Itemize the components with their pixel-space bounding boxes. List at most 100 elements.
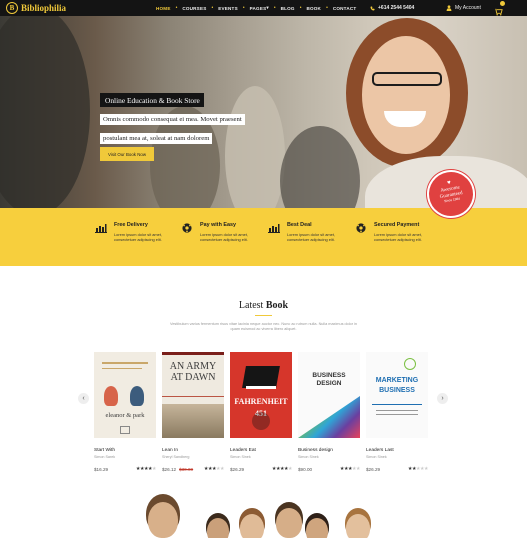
student-figure [276,508,302,538]
book-cover[interactable]: MARKETING BUSINESS [366,352,428,438]
description-line: quam euismod ac viverra libero aliquet. [230,327,297,331]
brand-name: Bibliophilia [21,3,67,13]
hero-subtitle-line: Omnis commodo consequat ei mea. Movet pr… [100,114,245,125]
hero-subtitle-line: postulant mea at, soleat at nam dolorem [100,133,213,144]
phone-number[interactable]: +614 2544 5404 [370,5,414,11]
nav-contact[interactable]: CONTACT [333,6,357,11]
rating-stars: ★★★★★ [272,467,292,472]
book-card[interactable]: AN ARMY AT DAWN Lean In Sheryl Sandberg … [162,352,224,472]
heading-bold: Book [265,300,289,311]
book-title[interactable]: Leaders Eat [230,448,292,453]
feature-title: Pay with Easy [200,222,236,228]
student-figure [240,514,264,538]
nav-separator: • [326,5,328,11]
nav-pages-label: PAGES [249,5,267,11]
book-card[interactable]: eleanor & park Start With Simon Sarek $1… [94,352,156,472]
book-price: $16.29 [94,467,109,472]
phone-text: +614 2544 5404 [378,5,415,11]
nav-separator: • [273,5,276,11]
book-meta: $26.29 ★★★★★ [366,467,428,472]
book-card[interactable]: FAHRENHEIT 451 Leaders Eat Simon Sinek $… [230,352,292,472]
book-meta: $26.12 $30.00 ★★★★★ [162,467,224,472]
book-title[interactable]: Leaders Last [366,448,428,453]
hero-woman-glasses [372,72,442,86]
feature-title: Best Deal [287,222,312,228]
hero-subtitle: Omnis commodo consequat ei mea. Movet pr… [100,114,245,146]
rating-stars: ★★★★★ [340,467,360,472]
book-cover[interactable]: FAHRENHEIT 451 [230,352,292,438]
book-title[interactable]: Start With [94,448,156,453]
nav-events[interactable]: EVENTS [218,6,238,11]
latest-book-heading: Latest Book [0,300,527,311]
my-account-link[interactable]: My Account [446,5,481,11]
book-title[interactable]: Lean In [162,448,224,453]
star-icon: ★ [219,467,224,472]
book-cover[interactable]: eleanor & park [94,352,156,438]
nav-separator: • [299,5,302,11]
rating-stars: ★★★★★ [204,467,224,472]
feature-best-deal: Best Deal Lorem ipsum dolor sit amet, co… [268,222,335,242]
feature-free-delivery: Free Delivery Lorem ipsum dolor sit amet… [95,222,162,242]
rating-stars: ★★★★★ [408,467,428,472]
brand-logo: B [6,2,18,14]
book-title[interactable]: Business design [298,448,360,453]
book-price: $90.00 [298,467,313,472]
book-author: Simon Sarek [94,455,116,459]
nav-separator: • [211,5,214,11]
book-author: Sheryl Sandberg [162,455,190,459]
chart-icon [268,224,280,233]
hero-bg-figure [225,86,285,208]
cart-count-badge [500,1,505,6]
nav-home[interactable]: HOME [156,6,171,11]
feature-title: Free Delivery [114,222,148,228]
main-menu: HOME • COURSES • EVENTS • PAGES ▾ • BLOG … [156,0,356,16]
feature-text: consectetuer adipiscing elit. [200,237,248,242]
hero-bg-figure [280,126,360,208]
book-card[interactable]: BUSINESS DESIGN Business design Simon Si… [298,352,360,472]
star-icon: ★ [355,467,360,472]
book-author: Simon Sinek [366,455,387,459]
ball-icon [182,223,192,233]
chevron-down-icon: ▾ [266,5,269,10]
nav-book[interactable]: BOOK [306,6,321,11]
star-icon: ★ [151,467,156,472]
book-cover[interactable]: BUSINESS DESIGN [298,352,360,438]
cover-title: AN ARMY AT DAWN [169,361,217,383]
user-icon [446,5,452,11]
feature-secured-payment: Secured Payment Lorem ipsum dolor sit am… [355,222,422,242]
cart-icon [495,8,503,16]
brand[interactable]: B Bibliophilia [6,2,66,14]
ball-icon [356,223,366,233]
account-label: My Account [455,5,481,11]
feature-text: consectetuer adipiscing elit. [374,237,422,242]
nav-blog[interactable]: BLOG [281,6,295,11]
student-figure [346,514,370,538]
heading-underline [255,315,272,316]
book-price: $26.29 [366,467,381,472]
student-figure [306,518,328,538]
nav-separator: • [242,5,245,11]
book-price: $26.29 [230,467,245,472]
book-author: Simon Sinek [230,455,251,459]
carousel-next-button[interactable]: › [437,393,448,404]
cover-title: BUSINESS DESIGN [312,372,346,387]
heading-light: Latest [238,300,266,311]
visit-book-button[interactable]: Visit Our Book Now [100,147,154,161]
nav-courses[interactable]: COURSES [182,6,206,11]
student-figure [148,502,178,538]
book-meta: $90.00 ★★★★★ [298,467,360,472]
top-navbar: B Bibliophilia HOME • COURSES • EVENTS •… [0,0,527,16]
book-author: Simon Sinek [298,455,319,459]
nav-separator: • [175,5,178,11]
cover-title: eleanor & park [105,412,145,419]
chart-icon [95,224,107,233]
cover-title: MARKETING BUSINESS [375,377,419,394]
book-cover[interactable]: AN ARMY AT DAWN [162,352,224,438]
nav-pages[interactable]: PAGES ▾ [250,5,269,11]
carousel-prev-button[interactable]: ‹ [78,393,89,404]
book-card[interactable]: MARKETING BUSINESS Leaders Last Simon Si… [366,352,428,472]
cart-button[interactable] [494,1,505,16]
book-price: $26.12 [162,467,177,472]
feature-pay-with-easy: Pay with Easy Lorem ipsum dolor sit amet… [181,222,248,242]
hero-bg-figure [0,16,90,208]
